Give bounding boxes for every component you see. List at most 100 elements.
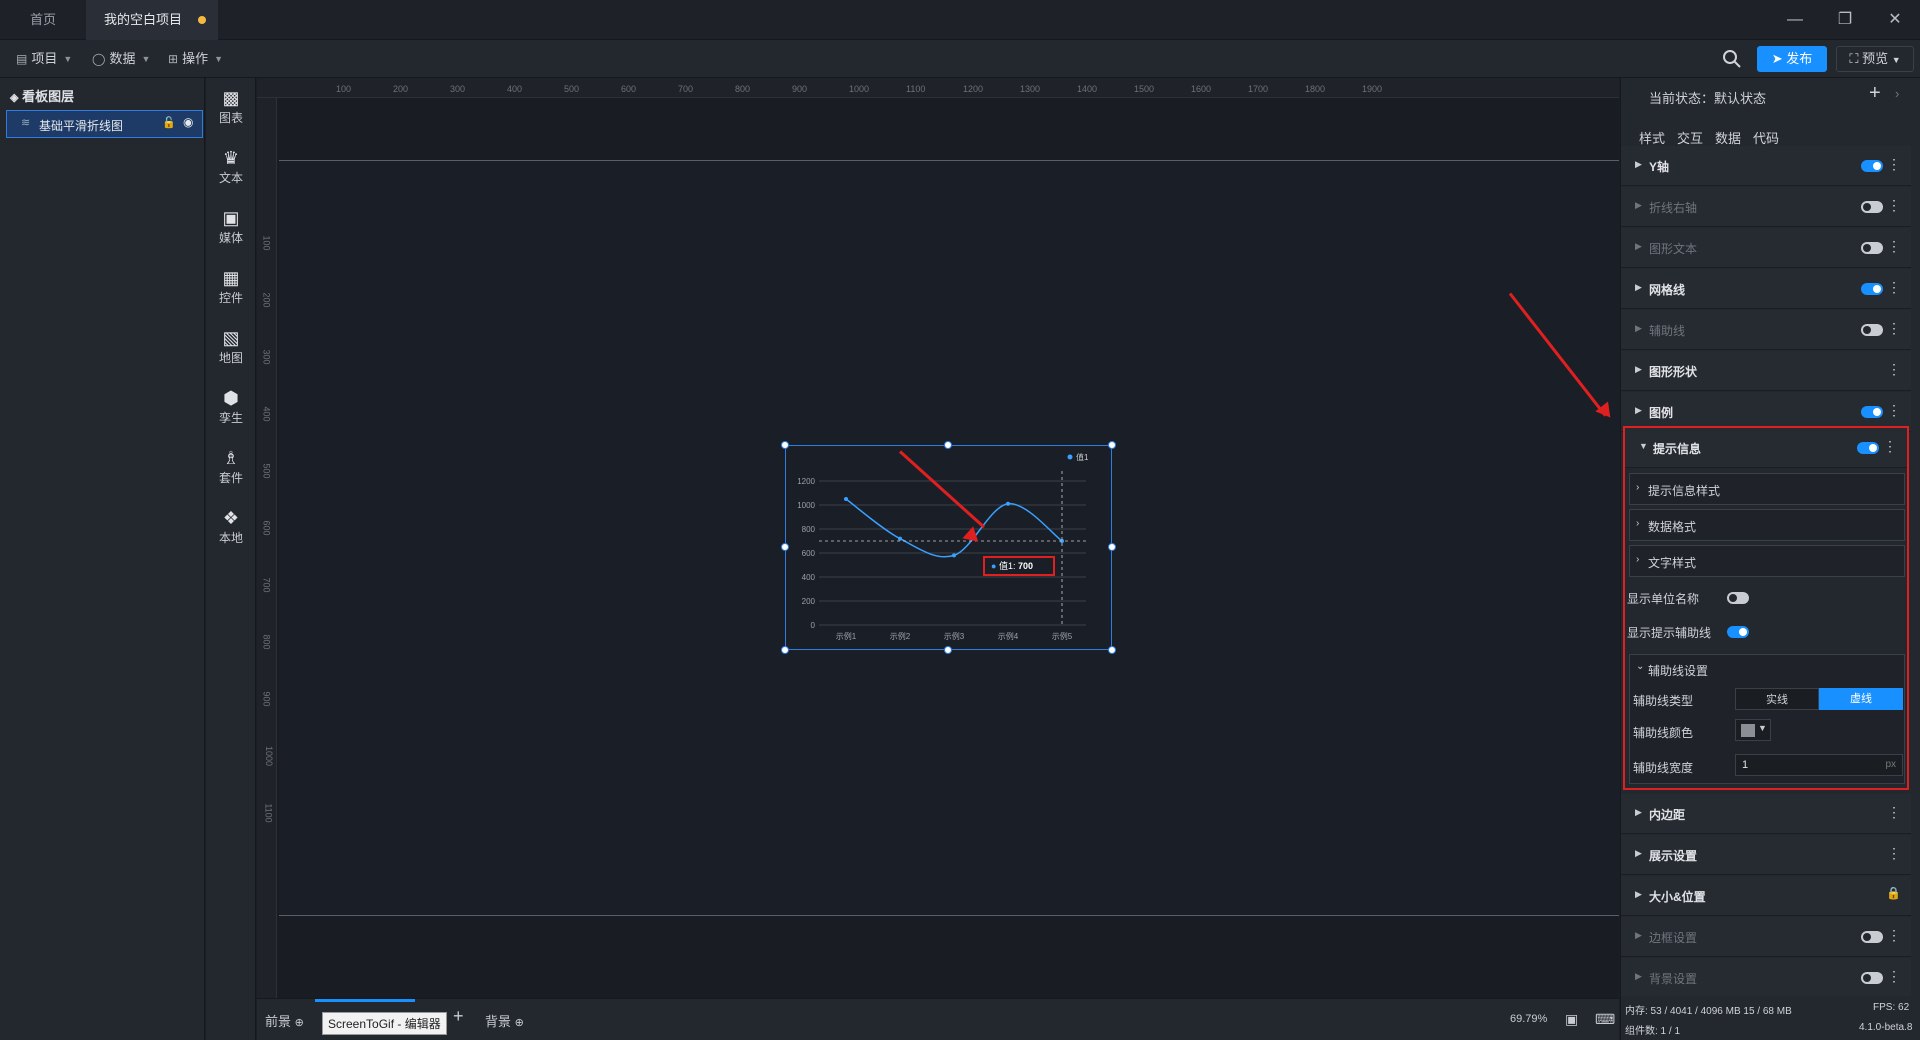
resize-handle[interactable]: [1108, 543, 1116, 551]
more-icon[interactable]: ⋮: [1887, 157, 1901, 171]
status-bar: 内存: 53 / 4041 / 4096 MB 15 / 68 MB FPS: …: [1621, 996, 1920, 1040]
more-icon[interactable]: ⋮: [1887, 969, 1901, 983]
section-grid[interactable]: ▶ 网格线 ⋮: [1621, 269, 1911, 309]
zoom-level[interactable]: 69.79%: [1510, 1013, 1547, 1025]
section-guide[interactable]: ▶ 辅助线 ⋮: [1621, 310, 1911, 350]
more-icon[interactable]: ⋮: [1887, 805, 1901, 819]
menu-project[interactable]: ▤ 项目 ▼: [10, 47, 78, 71]
chevron-right-icon[interactable]: ›: [1895, 86, 1899, 101]
section-shape-text[interactable]: ▶ 图形文本 ⋮: [1621, 228, 1911, 268]
current-state[interactable]: 当前状态：默认状态: [1649, 88, 1766, 107]
fit-screen-icon[interactable]: ▣: [1565, 1011, 1578, 1028]
section-background[interactable]: ▶ 背景设置 ⋮: [1621, 958, 1911, 998]
minimize-icon[interactable]: —: [1780, 8, 1810, 32]
tab-data[interactable]: 数据: [1715, 128, 1741, 147]
legend-toggle[interactable]: [1861, 406, 1883, 418]
resize-handle[interactable]: [1108, 646, 1116, 654]
section-label: 大小&位置: [1649, 890, 1706, 904]
y-axis-toggle[interactable]: [1861, 160, 1883, 172]
ruler-tick-label: 100: [336, 84, 352, 94]
property-panel: 当前状态：默认状态 + › 样式 交互 数据 代码 ▶ Y轴 ⋮ ▶ 折线右轴 ⋮ ▶ 图…: [1620, 78, 1920, 1040]
more-icon[interactable]: ⋮: [1887, 928, 1901, 942]
guide-type-dashed-button[interactable]: 虚线: [1819, 688, 1903, 710]
section-tooltip[interactable]: ▼ 提示信息 ⋮: [1625, 428, 1907, 468]
more-icon[interactable]: ⋮: [1887, 198, 1901, 212]
border-toggle[interactable]: [1861, 931, 1883, 943]
comp-control[interactable]: ▦ 控件: [206, 268, 256, 306]
menu-data[interactable]: ◯ 数据 ▼: [86, 47, 156, 71]
menu-operate[interactable]: ⊞ 操作 ▼: [162, 47, 229, 71]
chart-widget[interactable]: 1200 1000 800 600 400 200 0 示例1 示例2 示例3 示例4 示例5 值1: [785, 445, 1112, 650]
right-axis-toggle[interactable]: [1861, 201, 1883, 213]
comp-local-label: 本地: [218, 531, 243, 545]
y-tick-label: 200: [802, 597, 816, 606]
tab-background[interactable]: 背景 ⊕: [485, 1011, 524, 1030]
resize-handle[interactable]: [781, 646, 789, 654]
add-icon[interactable]: +: [453, 1006, 464, 1027]
lock-icon[interactable]: 🔒: [1886, 886, 1901, 900]
subsection-data-format[interactable]: › 数据格式: [1629, 509, 1905, 541]
tooltip-toggle[interactable]: [1857, 442, 1879, 454]
tab-foreground[interactable]: 前景 ⊕: [265, 1011, 304, 1030]
guide-toggle[interactable]: [1861, 324, 1883, 336]
comp-kit[interactable]: ♗ 套件: [206, 448, 256, 486]
more-icon[interactable]: ⋮: [1887, 846, 1901, 860]
add-circle-icon[interactable]: ⊕: [515, 1017, 524, 1029]
caret-right-icon: ▶: [1635, 889, 1642, 899]
unlock-icon[interactable]: 🔓: [162, 116, 176, 129]
show-unit-toggle[interactable]: [1727, 592, 1749, 604]
subsection-tooltip-style[interactable]: › 提示信息样式: [1629, 473, 1905, 505]
guide-type-solid-button[interactable]: 实线: [1735, 688, 1819, 710]
comp-media[interactable]: ▣ 媒体: [206, 208, 256, 246]
subsection-text-style[interactable]: › 文字样式: [1629, 545, 1905, 577]
section-label: 提示信息: [1653, 442, 1702, 456]
resize-handle[interactable]: [781, 441, 789, 449]
add-state-icon[interactable]: +: [1869, 82, 1881, 105]
section-right-axis[interactable]: ▶ 折线右轴 ⋮: [1621, 187, 1911, 227]
keyboard-icon[interactable]: ⌨: [1595, 1011, 1615, 1028]
comp-twin[interactable]: ⬢ 孪生: [206, 388, 256, 426]
shape-text-toggle[interactable]: [1861, 242, 1883, 254]
ruler-tick-label: 300: [261, 349, 272, 365]
section-padding[interactable]: ▶ 内边距 ⋮: [1621, 794, 1911, 834]
background-toggle[interactable]: [1861, 972, 1883, 984]
more-icon[interactable]: ⋮: [1887, 403, 1901, 417]
more-icon[interactable]: ⋮: [1883, 439, 1897, 453]
ruler-tick-label: 500: [261, 463, 272, 479]
resize-handle[interactable]: [944, 646, 952, 654]
resize-handle[interactable]: [1108, 441, 1116, 449]
section-size-position[interactable]: ▶ 大小&位置 🔒: [1621, 876, 1911, 916]
section-border[interactable]: ▶ 边框设置 ⋮: [1621, 917, 1911, 957]
resize-handle[interactable]: [944, 441, 952, 449]
more-icon[interactable]: ⋮: [1887, 362, 1901, 376]
tab-interaction[interactable]: 交互: [1677, 128, 1703, 147]
comp-map[interactable]: ▧ 地图: [206, 328, 256, 366]
add-circle-icon[interactable]: ⊕: [295, 1017, 304, 1029]
more-icon[interactable]: ⋮: [1887, 321, 1901, 335]
tab-code[interactable]: 代码: [1753, 128, 1779, 147]
show-guide-toggle[interactable]: [1727, 626, 1749, 638]
restore-icon[interactable]: ❐: [1830, 8, 1860, 32]
grid-toggle[interactable]: [1861, 283, 1883, 295]
comp-chart[interactable]: ▩ 图表: [206, 88, 256, 126]
section-display[interactable]: ▶ 展示设置 ⋮: [1621, 835, 1911, 875]
close-icon[interactable]: ✕: [1880, 8, 1910, 32]
comp-local[interactable]: ❖ 本地: [206, 508, 256, 546]
guide-width-input[interactable]: 1 px: [1735, 754, 1903, 776]
tab-style[interactable]: 样式: [1639, 128, 1665, 147]
tooltip-label: 值1:: [998, 561, 1016, 571]
section-shape[interactable]: ▶ 图形形状 ⋮: [1621, 351, 1911, 391]
search-icon[interactable]: [1722, 49, 1742, 69]
eye-icon[interactable]: ◉: [183, 115, 193, 129]
tab-project[interactable]: 我的空白项目: [86, 0, 219, 40]
section-y-axis[interactable]: ▶ Y轴 ⋮: [1621, 146, 1911, 186]
comp-text[interactable]: ♛ 文本: [206, 148, 256, 186]
resize-handle[interactable]: [781, 543, 789, 551]
more-icon[interactable]: ⋮: [1887, 239, 1901, 253]
preview-button[interactable]: ⛶ 预览 ▼: [1836, 46, 1914, 72]
layer-item[interactable]: ≋ 基础平滑折线图 🔓 ◉: [6, 110, 203, 138]
guide-color-picker[interactable]: ▼: [1735, 719, 1771, 741]
publish-button[interactable]: ➤ 发布: [1757, 46, 1827, 72]
tab-home[interactable]: 首页: [12, 0, 74, 40]
more-icon[interactable]: ⋮: [1887, 280, 1901, 294]
